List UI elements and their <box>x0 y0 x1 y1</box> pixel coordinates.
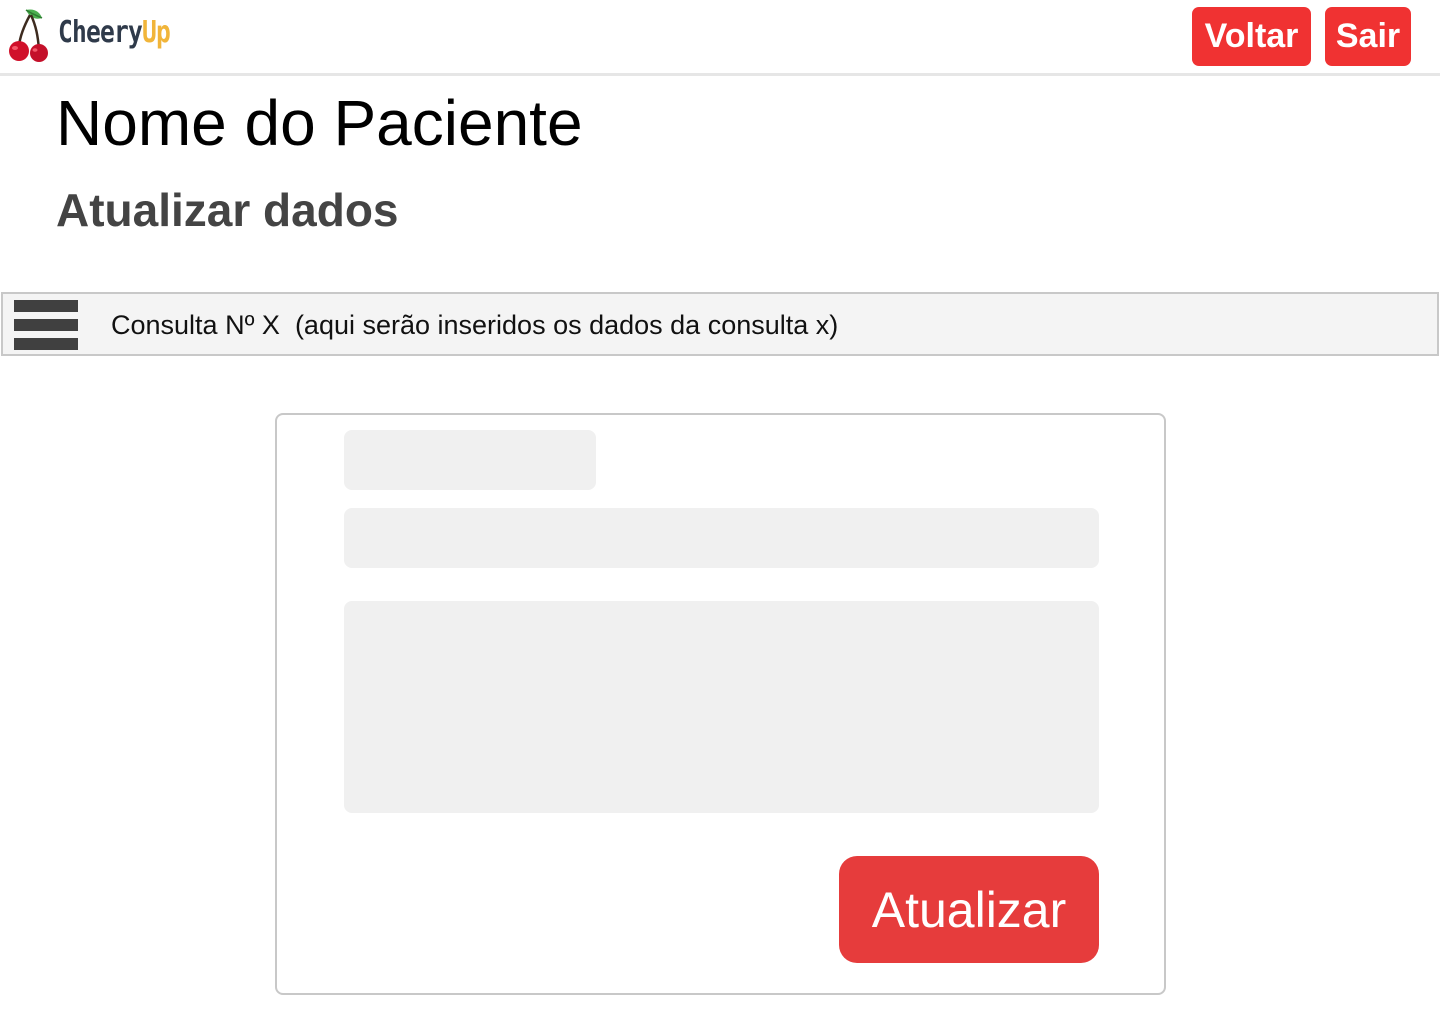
logo-text-cheery: Cheery <box>58 14 143 50</box>
logo-text: CheeryUp <box>58 14 171 50</box>
hamburger-menu-icon[interactable] <box>14 298 80 352</box>
consulta-bar: Consulta Nº X (aqui serão inseridos os d… <box>1 292 1439 356</box>
voltar-button[interactable]: Voltar <box>1192 7 1311 66</box>
menu-line <box>14 338 78 350</box>
form-field-long[interactable] <box>344 508 1099 568</box>
sair-button[interactable]: Sair <box>1325 7 1411 66</box>
logo-text-up: Up <box>141 14 171 50</box>
page-subtitle: Atualizar dados <box>56 184 399 236</box>
update-form-card: Atualizar <box>275 413 1166 995</box>
app-header: CheeryUp Voltar Sair <box>0 0 1440 76</box>
cherry-icon <box>9 9 48 62</box>
page-title: Nome do Paciente <box>56 87 583 159</box>
atualizar-button[interactable]: Atualizar <box>839 856 1099 963</box>
form-textarea[interactable] <box>344 601 1099 813</box>
menu-line <box>14 300 78 312</box>
menu-line <box>14 319 78 331</box>
app-logo[interactable]: CheeryUp <box>6 6 195 64</box>
form-field-short[interactable] <box>344 430 596 490</box>
consulta-text: Consulta Nº X (aqui serão inseridos os d… <box>111 310 839 340</box>
